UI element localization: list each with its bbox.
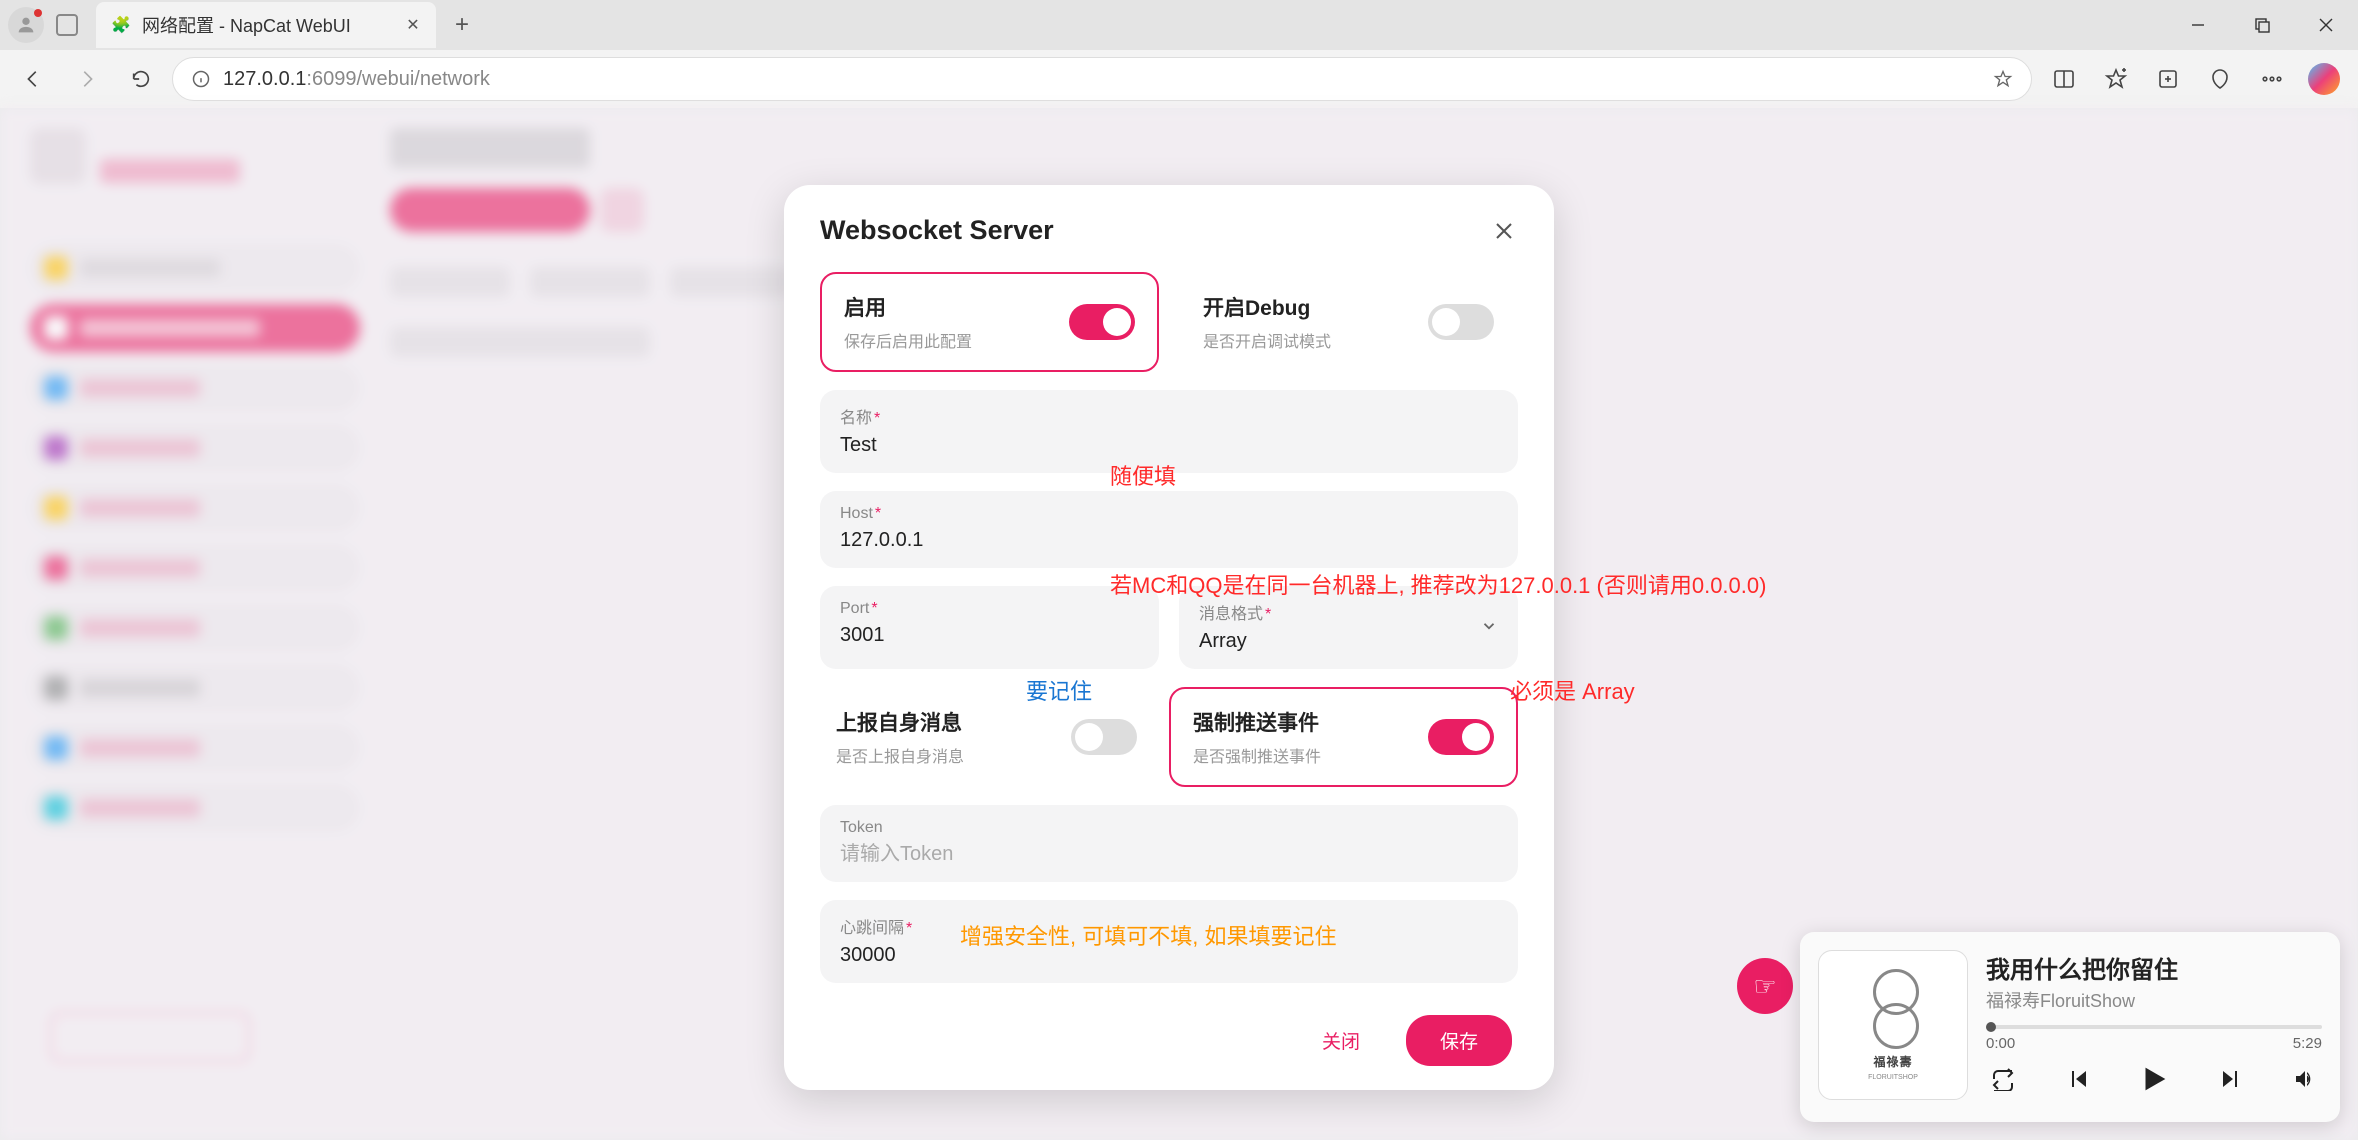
more-menu-icon[interactable] — [2248, 55, 2296, 103]
browser-titlebar: 🧩 网络配置 - NapCat WebUI ✕ + — [0, 0, 2358, 50]
new-tab-button[interactable]: + — [444, 7, 480, 43]
chevron-down-icon — [1480, 616, 1498, 639]
tab-close-icon[interactable]: ✕ — [404, 16, 422, 34]
host-input[interactable] — [840, 529, 1498, 552]
media-repeat-button[interactable] — [1986, 1062, 2020, 1096]
media-player: 福祿夀 FLORUITSHOP 我用什么把你留住 福禄寿FloruitShow … — [1800, 932, 2340, 1122]
name-field[interactable]: 名称* — [820, 390, 1518, 473]
nav-back-button[interactable] — [10, 56, 56, 102]
media-elapsed: 0:00 — [1986, 1035, 2015, 1052]
media-progress-bar[interactable] — [1986, 1025, 2322, 1029]
media-play-button[interactable] — [2137, 1062, 2171, 1096]
workspace-switcher[interactable] — [44, 14, 90, 36]
modal-close-button[interactable] — [1490, 217, 1518, 245]
media-total: 5:29 — [2293, 1035, 2322, 1052]
nav-forward-button[interactable] — [64, 56, 110, 102]
force-push-toggle-card: 强制推送事件 是否强制推送事件 — [1169, 687, 1518, 787]
tab-title: 网络配置 - NapCat WebUI — [142, 12, 394, 38]
token-input[interactable] — [840, 843, 1498, 866]
extensions-icon[interactable] — [2196, 55, 2244, 103]
split-screen-icon[interactable] — [2040, 55, 2088, 103]
collections-icon[interactable] — [2144, 55, 2192, 103]
media-volume-button[interactable] — [2288, 1062, 2322, 1096]
window-controls — [2166, 0, 2358, 50]
debug-sublabel: 是否开启调试模式 — [1203, 328, 1331, 352]
media-next-button[interactable] — [2213, 1062, 2247, 1096]
favorites-icon[interactable] — [2092, 55, 2140, 103]
force-push-toggle[interactable] — [1428, 719, 1494, 755]
address-bar[interactable]: 127.0.0.1:6099/webui/network — [172, 57, 2032, 101]
profile-avatar[interactable] — [8, 7, 44, 43]
token-field[interactable]: Token — [820, 805, 1518, 882]
port-input[interactable] — [840, 624, 1139, 647]
debug-toggle[interactable] — [1428, 304, 1494, 340]
debug-toggle-card: 开启Debug 是否开启调试模式 — [1179, 272, 1518, 372]
name-input[interactable] — [840, 434, 1498, 457]
force-push-sublabel: 是否强制推送事件 — [1193, 743, 1321, 767]
browser-toolbar: 127.0.0.1:6099/webui/network — [0, 50, 2358, 108]
enable-toggle[interactable] — [1069, 304, 1135, 340]
force-push-label: 强制推送事件 — [1193, 707, 1321, 737]
enable-toggle-card: 启用 保存后启用此配置 — [820, 272, 1159, 372]
url-text: 127.0.0.1:6099/webui/network — [223, 68, 490, 91]
websocket-server-modal: Websocket Server 启用 保存后启用此配置 开启Debug 是否开… — [784, 185, 1554, 1090]
media-prev-button[interactable] — [2062, 1062, 2096, 1096]
report-self-toggle[interactable] — [1071, 719, 1137, 755]
report-self-toggle-card: 上报自身消息 是否上报自身消息 — [820, 687, 1149, 787]
copilot-icon[interactable] — [2300, 55, 2348, 103]
report-self-label: 上报自身消息 — [836, 707, 964, 737]
media-artist: 福禄寿FloruitShow — [1986, 987, 2322, 1013]
window-close-button[interactable] — [2294, 0, 2358, 50]
host-field[interactable]: Host* — [820, 491, 1518, 568]
modal-title: Websocket Server — [820, 215, 1054, 246]
media-title: 我用什么把你留住 — [1986, 950, 2322, 985]
enable-label: 启用 — [844, 292, 972, 322]
site-info-icon[interactable] — [191, 69, 211, 89]
heartbeat-field[interactable]: 心跳间隔* — [820, 900, 1518, 983]
cancel-button[interactable]: 关闭 — [1296, 1015, 1386, 1066]
tab-favicon-icon: 🧩 — [110, 14, 132, 36]
port-field[interactable]: Port* — [820, 586, 1159, 669]
enable-sublabel: 保存后启用此配置 — [844, 328, 972, 352]
favorite-star-icon[interactable] — [1993, 69, 2013, 89]
heartbeat-input[interactable] — [840, 944, 1498, 967]
album-art: 福祿夀 FLORUITSHOP — [1818, 950, 1968, 1100]
report-self-sublabel: 是否上报自身消息 — [836, 743, 964, 767]
floating-action-button[interactable]: ☞ — [1737, 958, 1793, 1014]
window-maximize-button[interactable] — [2230, 0, 2294, 50]
msg-format-select[interactable]: Array — [1199, 630, 1498, 653]
msg-format-field[interactable]: 消息格式* Array — [1179, 586, 1518, 669]
window-minimize-button[interactable] — [2166, 0, 2230, 50]
save-button[interactable]: 保存 — [1406, 1015, 1512, 1066]
browser-tab[interactable]: 🧩 网络配置 - NapCat WebUI ✕ — [96, 2, 436, 48]
nav-reload-button[interactable] — [118, 56, 164, 102]
debug-label: 开启Debug — [1203, 292, 1331, 322]
